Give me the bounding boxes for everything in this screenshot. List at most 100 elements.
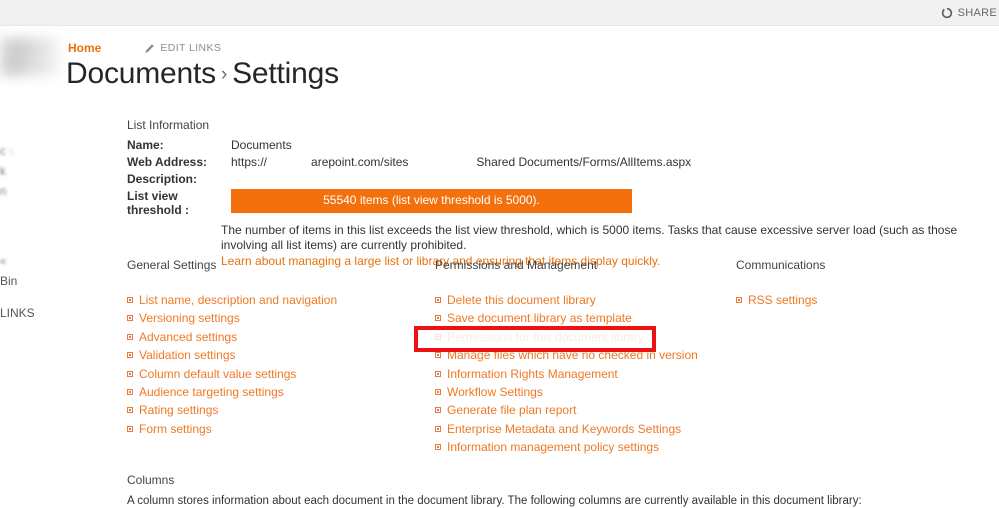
table-row: Description: [127,172,691,189]
communications-column: Communications RSS settings [736,258,976,310]
bullet-icon [435,333,441,340]
general-settings-column: General Settings List name, description … [127,258,427,439]
list-item[interactable]: Enterprise Metadata and Keywords Setting… [435,421,735,437]
link-workflow-settings[interactable]: Workflow Settings [447,385,543,399]
link-form-settings[interactable]: Form settings [139,422,212,436]
link-generate-file-plan-report[interactable]: Generate file plan report [447,403,576,417]
list-item[interactable]: Permissions for this document library [435,329,735,345]
bullet-icon [127,333,133,340]
web-address-suffix: Shared Documents/Forms/AllItems.aspx [476,155,692,169]
site-logo-redacted [0,38,58,76]
bullet-icon [435,444,441,451]
list-item[interactable]: Manage files which have no checked in ve… [435,347,735,363]
link-rss-settings[interactable]: RSS settings [748,293,817,307]
link-manage-files-no-checked-in-version[interactable]: Manage files which have no checked in ve… [447,348,698,362]
list-item[interactable]: Rating settings [127,402,427,418]
threshold-banner: 55540 items (list view threshold is 5000… [231,189,632,214]
permissions-management-column: Permissions and Management Delete this d… [435,258,735,458]
threshold-label: List view threshold : [127,189,189,218]
breadcrumb: Home EDIT LINKS [68,41,221,55]
description-value [231,172,691,189]
share-control[interactable]: SHARE [941,0,999,26]
general-settings-heading: General Settings [127,258,217,272]
link-versioning-settings[interactable]: Versioning settings [139,311,240,325]
link-advanced-settings[interactable]: Advanced settings [139,330,237,344]
edit-links-button[interactable]: EDIT LINKS [144,42,221,54]
list-item[interactable]: Versioning settings [127,310,427,326]
list-information-table: Name: Documents Web Address: https:// are… [127,138,691,220]
web-address-mid: arepoint.com/sites [311,155,409,169]
bullet-icon [435,315,441,322]
communications-list: RSS settings [736,292,976,308]
link-audience-targeting-settings[interactable]: Audience targeting settings [139,385,284,399]
list-item[interactable]: Information Rights Management [435,366,735,382]
list-item[interactable]: Workflow Settings [435,384,735,400]
nav-redaction-mask [8,134,60,196]
page-title-primary: Documents [66,57,216,90]
list-item[interactable]: List name, description and navigation [127,292,427,308]
link-validation-settings[interactable]: Validation settings [139,348,236,362]
list-item[interactable]: Information management policy settings [435,439,735,455]
list-item[interactable]: Validation settings [127,347,427,363]
nav-item-fragment[interactable]: n [0,184,7,198]
list-item[interactable]: RSS settings [736,292,976,308]
link-rating-settings[interactable]: Rating settings [139,403,218,417]
link-permissions-for-this-document-library[interactable]: Permissions for this document library [447,330,644,344]
share-circle-icon [941,7,952,19]
table-row: Name: Documents [127,138,691,155]
general-settings-list: List name, description and navigation Ve… [127,292,427,437]
bullet-icon [435,425,441,432]
bullet-icon [127,407,133,414]
list-item[interactable]: Save document library as template [435,310,735,326]
link-enterprise-metadata-keywords-settings[interactable]: Enterprise Metadata and Keywords Setting… [447,422,681,436]
page-title-separator: › [220,64,228,86]
link-list-name-description-navigation[interactable]: List name, description and navigation [139,293,337,307]
link-save-document-library-as-template[interactable]: Save document library as template [447,311,632,325]
list-item[interactable]: Delete this document library [435,292,735,308]
page-title-secondary: Settings [232,57,339,90]
web-address-value: https:// arepoint.com/sites Shared Documen… [231,155,691,172]
edit-links-label: EDIT LINKS [160,42,222,54]
nav-item-fragment[interactable]: « [0,254,7,268]
bullet-icon [127,297,133,303]
bullet-icon [435,407,441,414]
redaction-block [408,156,477,170]
permissions-management-list: Delete this document library Save docume… [435,292,735,455]
bullet-icon [127,315,133,322]
link-information-rights-management[interactable]: Information Rights Management [447,367,618,381]
list-item[interactable]: Advanced settings [127,329,427,345]
nav-item-edit-links[interactable]: LINKS [0,306,35,320]
redaction-block [267,156,312,170]
bullet-icon [127,388,133,395]
nav-redaction-mask [8,244,60,270]
table-row: List view threshold : 55540 items (list … [127,189,691,220]
nav-item-recycle-bin[interactable]: Bin [0,274,17,288]
table-row: Web Address: https:// arepoint.com/sites S… [127,155,691,172]
list-item[interactable]: Generate file plan report [435,402,735,418]
bullet-icon [435,297,441,303]
settings-columns: General Settings List name, description … [127,258,999,454]
breadcrumb-home-link[interactable]: Home [68,41,101,55]
link-column-default-value-settings[interactable]: Column default value settings [139,367,296,381]
threshold-value-cell: 55540 items (list view threshold is 5000… [231,189,691,220]
list-information-section: List Information Name: Documents Web Add… [127,118,999,269]
columns-section: Columns A column stores information abou… [127,473,999,508]
name-value: Documents [231,138,292,152]
bullet-icon [127,425,133,432]
web-address-prefix: https:// [231,155,268,169]
bullet-icon [435,370,441,377]
list-item[interactable]: Column default value settings [127,366,427,382]
columns-heading: Columns [127,473,175,487]
web-address-label: Web Address: [127,155,208,169]
name-label: Name: [127,138,164,152]
list-item[interactable]: Form settings [127,421,427,437]
suite-bar: SHARE [0,0,999,26]
nav-item-fragment[interactable]: k [0,164,6,178]
bullet-icon [435,352,441,359]
bullet-icon [435,388,441,395]
link-information-management-policy-settings[interactable]: Information management policy settings [447,440,659,454]
link-delete-this-document-library[interactable]: Delete this document library [447,293,596,307]
list-item[interactable]: Audience targeting settings [127,384,427,400]
description-label: Description: [127,172,198,187]
permissions-management-heading: Permissions and Management [435,258,598,272]
